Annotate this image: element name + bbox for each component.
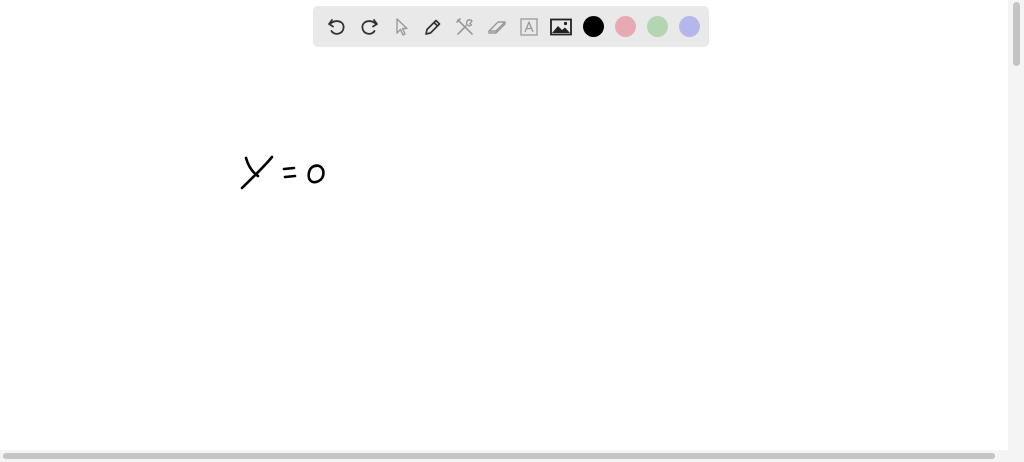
scrollbar-corner — [1008, 452, 1024, 462]
tools-icon — [456, 17, 473, 35]
tools-button[interactable] — [449, 11, 481, 43]
color-swatch-red — [614, 16, 636, 37]
color-swatch-blue — [678, 16, 700, 37]
pen-icon — [425, 19, 441, 35]
select-pointer-icon — [396, 17, 408, 36]
color-swatch-black — [582, 16, 604, 37]
ink-stroke-equals-top — [282, 166, 296, 171]
vertical-scrollbar[interactable] — [1008, 0, 1024, 452]
text-box-icon — [520, 17, 538, 36]
drawing-toolbar — [313, 6, 709, 47]
redo-icon — [361, 18, 378, 35]
color-red-button[interactable] — [609, 11, 641, 43]
eraser-icon — [488, 20, 506, 34]
text-tool-button[interactable] — [513, 11, 545, 43]
redo-button[interactable] — [353, 11, 385, 43]
undo-icon — [328, 18, 345, 35]
handwritten-equation-y-equals-0 — [240, 155, 325, 190]
undo-button[interactable] — [321, 11, 353, 43]
eraser-tool-button[interactable] — [481, 11, 513, 43]
select-tool-button[interactable] — [385, 11, 417, 43]
pen-tool-button[interactable] — [417, 11, 449, 43]
color-blue-button[interactable] — [673, 11, 705, 43]
image-tool-button[interactable] — [545, 11, 577, 43]
color-swatch-green — [646, 16, 668, 37]
image-icon — [550, 18, 572, 35]
color-green-button[interactable] — [641, 11, 673, 43]
ink-stroke-zero — [307, 164, 325, 184]
whiteboard-canvas[interactable] — [0, 0, 1024, 462]
color-black-button[interactable] — [577, 11, 609, 43]
vertical-scrollbar-thumb[interactable] — [1013, 2, 1020, 66]
horizontal-scrollbar[interactable] — [0, 450, 1008, 462]
ink-stroke-equals-bottom — [283, 174, 297, 179]
horizontal-scrollbar-thumb[interactable] — [3, 453, 995, 459]
